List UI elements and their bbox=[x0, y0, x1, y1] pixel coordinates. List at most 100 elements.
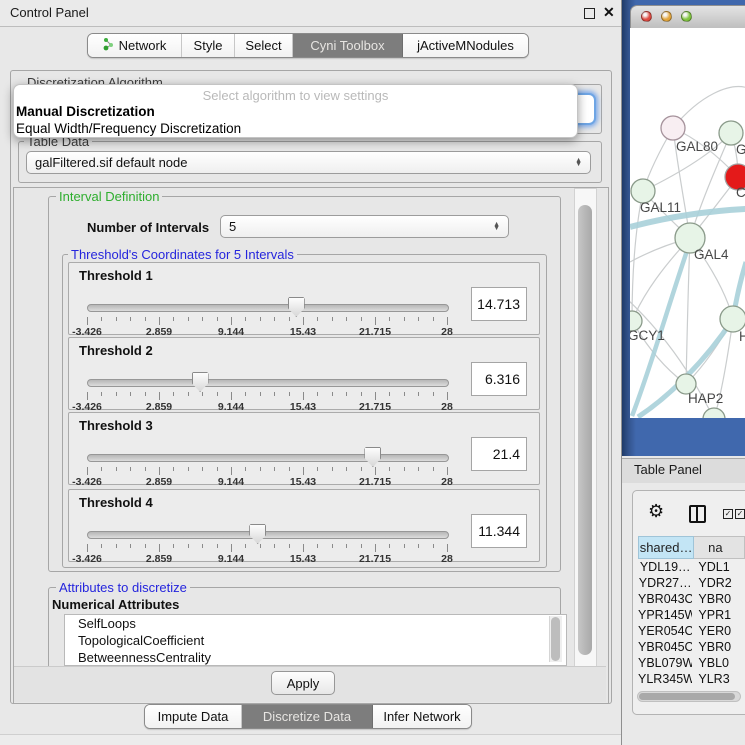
list-item-betweennesscentrality[interactable]: BetweennessCentrality bbox=[65, 649, 566, 666]
tab-select[interactable]: Select bbox=[235, 34, 293, 57]
threshold-value-field[interactable]: 14.713 bbox=[471, 287, 527, 321]
threshold-label: Threshold 3 bbox=[79, 418, 153, 433]
select-checkboxes-icon[interactable]: ✓✓ bbox=[723, 509, 745, 519]
tick-mark bbox=[346, 317, 347, 321]
table-row[interactable]: YIL052CYIL0 bbox=[638, 687, 745, 690]
slider-thumb[interactable] bbox=[364, 447, 381, 467]
table-data-selected-value: galFiltered.sif default node bbox=[35, 155, 187, 170]
table-row[interactable]: YBR045CYBR0 bbox=[638, 639, 745, 655]
tick-mark bbox=[433, 544, 434, 548]
table-row[interactable]: YDR27…YDR2 bbox=[638, 575, 745, 591]
table-panel-title: Table Panel bbox=[634, 462, 702, 477]
slider-track[interactable] bbox=[87, 379, 449, 387]
tick-mark bbox=[404, 544, 405, 548]
threshold-label: Threshold 4 bbox=[79, 495, 153, 510]
table-row[interactable]: YPR145WYPR1 bbox=[638, 607, 745, 623]
horizontal-scrollbar-thumb[interactable] bbox=[639, 693, 735, 700]
table-row[interactable]: YDL19…YDL1 bbox=[638, 559, 745, 575]
slider-thumb[interactable] bbox=[288, 297, 305, 317]
network-graph[interactable]: GAL80GACGAL11GAL4GCY1HHAP2 bbox=[630, 28, 745, 418]
threshold-slider[interactable]: -3.4262.8599.14415.4321.71528 bbox=[87, 523, 447, 561]
tick-label: -3.426 bbox=[72, 476, 102, 488]
tick-mark bbox=[245, 544, 246, 548]
threshold-slider[interactable]: -3.4262.8599.14415.4321.71528 bbox=[87, 371, 447, 409]
tick-mark bbox=[202, 467, 203, 471]
table-data-combobox[interactable]: galFiltered.sif default node ▲▼ bbox=[26, 151, 591, 174]
tick-mark bbox=[389, 544, 390, 548]
tab-impute-data[interactable]: Impute Data bbox=[145, 705, 242, 728]
threshold-value-field[interactable]: 11.344 bbox=[471, 514, 527, 548]
tick-mark bbox=[433, 317, 434, 321]
tick-mark bbox=[217, 467, 218, 471]
slider-track[interactable] bbox=[87, 454, 449, 462]
tab-discretize-data[interactable]: Discretize Data bbox=[242, 705, 373, 728]
column-header-name[interactable]: na bbox=[694, 536, 745, 559]
tick-mark bbox=[303, 317, 304, 325]
tick-mark bbox=[231, 467, 232, 475]
close-traffic-light-icon[interactable] bbox=[641, 11, 652, 22]
tick-mark bbox=[159, 392, 160, 400]
tick-mark bbox=[389, 392, 390, 396]
tick-mark bbox=[418, 544, 419, 548]
tick-mark bbox=[317, 544, 318, 548]
tick-mark bbox=[260, 317, 261, 321]
control-panel: Control Panel ✕ Network Style SelectCyni T… bbox=[0, 0, 622, 745]
list-item-selfloops[interactable]: SelfLoops bbox=[65, 615, 566, 632]
tick-mark bbox=[375, 392, 376, 400]
settings-gear-icon[interactable]: ⚙ bbox=[648, 501, 664, 522]
algorithm-option-manual-discretization[interactable]: Manual Discretization bbox=[14, 103, 577, 120]
column-header-shared-name[interactable]: shared… bbox=[638, 536, 694, 559]
table-row[interactable]: YBL079WYBL0 bbox=[638, 655, 745, 671]
tick-mark bbox=[375, 544, 376, 552]
threshold-value-field[interactable]: 21.4 bbox=[471, 437, 527, 471]
control-panel-tab-bar: Network Style SelectCyni ToolboxjActiveMNo… bbox=[87, 33, 529, 58]
slider-track[interactable] bbox=[87, 304, 449, 312]
float-window-icon[interactable] bbox=[584, 8, 595, 19]
slider-track[interactable] bbox=[87, 531, 449, 539]
algorithm-option-equal-width-frequency-discretization[interactable]: Equal Width/Frequency Discretization bbox=[14, 120, 577, 137]
table-row[interactable]: YBR043CYBR0 bbox=[638, 591, 745, 607]
minimize-traffic-light-icon[interactable] bbox=[661, 11, 672, 22]
network-node-gal80[interactable] bbox=[661, 116, 685, 140]
tab-jactivemnodules[interactable]: jActiveMNodules bbox=[403, 34, 528, 57]
number-of-intervals-combobox[interactable]: 5 ▲▼ bbox=[220, 215, 509, 238]
node-table: shared… na YDL19…YDL1YDR27…YDR2YBR043CYB… bbox=[638, 536, 745, 690]
threshold-slider[interactable]: -3.4262.8599.14415.4321.71528 bbox=[87, 296, 447, 334]
table-row[interactable]: YLR345WYLR3 bbox=[638, 671, 745, 687]
table-row[interactable]: YER054CYER0 bbox=[638, 623, 745, 639]
algorithm-placeholder-option[interactable]: Select algorithm to view settings bbox=[14, 88, 577, 103]
threshold-slider[interactable]: -3.4262.8599.14415.4321.71528 bbox=[87, 446, 447, 484]
tick-mark bbox=[101, 544, 102, 548]
apply-button[interactable]: Apply bbox=[271, 671, 335, 695]
horizontal-scrollbar-track[interactable] bbox=[637, 691, 741, 702]
tick-mark bbox=[159, 544, 160, 552]
attributes-scrollbar-thumb[interactable] bbox=[551, 617, 560, 661]
tab-style[interactable]: Style bbox=[182, 34, 235, 57]
cell-name: YBR0 bbox=[692, 591, 745, 607]
threshold-value-field[interactable]: 6.316 bbox=[471, 362, 527, 396]
slider-thumb[interactable] bbox=[192, 372, 209, 392]
tick-mark bbox=[101, 392, 102, 396]
tab-network[interactable]: Network bbox=[88, 34, 182, 57]
tab-infer-network[interactable]: Infer Network bbox=[373, 705, 471, 728]
network-edge[interactable] bbox=[686, 238, 690, 384]
column-selector-icon[interactable] bbox=[689, 505, 706, 523]
zoom-traffic-light-icon[interactable] bbox=[681, 11, 692, 22]
algorithm-dropdown-popup: Select algorithm to view settings Manual… bbox=[13, 84, 578, 138]
tick-mark bbox=[404, 392, 405, 396]
network-window-titlebar[interactable] bbox=[630, 5, 745, 30]
slider-ticks bbox=[87, 544, 447, 552]
control-panel-titlebar: Control Panel ✕ bbox=[0, 0, 621, 27]
tab-label: Style bbox=[194, 38, 223, 53]
list-item-topologicalcoefficient[interactable]: TopologicalCoefficient bbox=[65, 632, 566, 649]
slider-thumb[interactable] bbox=[249, 524, 266, 544]
tab-cyni-toolbox[interactable]: Cyni Toolbox bbox=[293, 34, 403, 57]
network-node[interactable] bbox=[703, 408, 725, 418]
tick-label: 2.859 bbox=[146, 553, 172, 565]
cell-shared-name: YLR345W bbox=[638, 671, 692, 687]
cell-shared-name: YER054C bbox=[638, 623, 692, 639]
tick-mark bbox=[375, 467, 376, 475]
close-icon[interactable]: ✕ bbox=[603, 4, 615, 21]
vertical-scrollbar-thumb[interactable] bbox=[578, 205, 592, 655]
cell-shared-name: YDR27… bbox=[638, 575, 692, 591]
